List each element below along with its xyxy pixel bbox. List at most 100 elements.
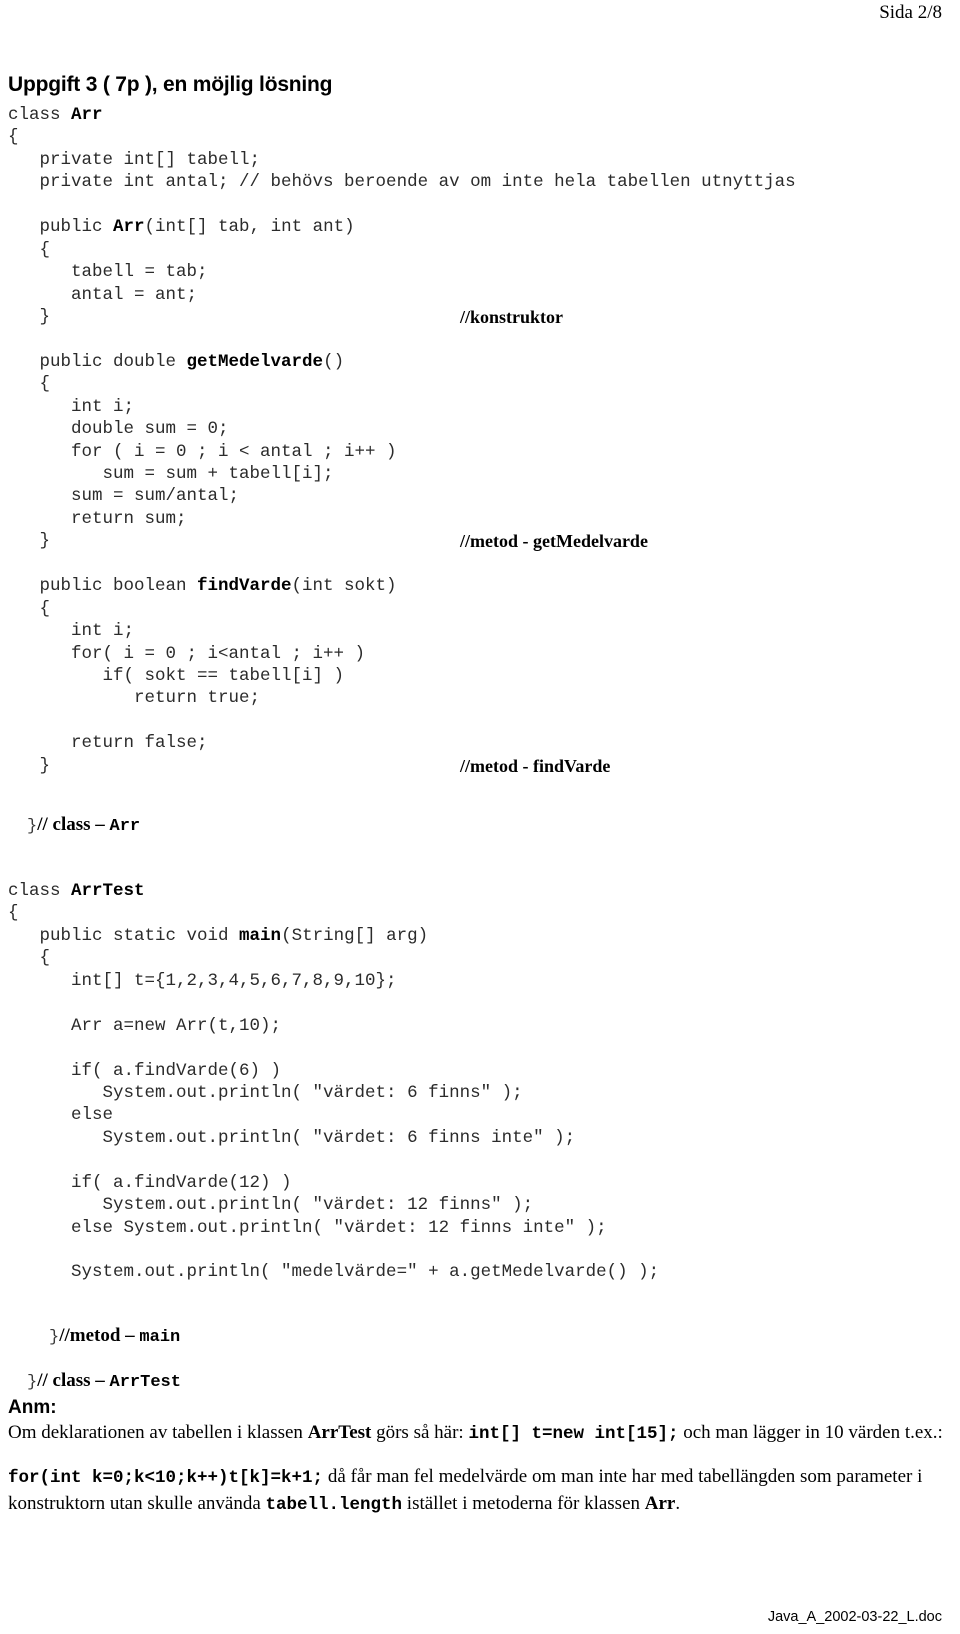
code-line: } //konstruktor — [8, 306, 952, 328]
page-header: Sida 2/8 — [0, 0, 942, 26]
closing-brace: } — [27, 1373, 38, 1392]
code-text: public double — [8, 351, 187, 372]
code-identifier: Arr — [71, 105, 103, 125]
code-identifier: main — [239, 925, 282, 946]
code-line: { — [8, 373, 952, 395]
code-margin-comment: //metod - getMedelvarde — [460, 531, 648, 552]
code-line: if( a.findVarde(12) ) — [8, 1172, 952, 1194]
code-line: { — [8, 947, 952, 969]
code-line: for( i = 0 ; i<antal ; i++ ) — [8, 643, 952, 665]
code-line: sum = sum + tabell[i]; — [8, 463, 952, 485]
code-text: { — [8, 598, 51, 619]
code-identifier: getMedelvarde — [186, 351, 324, 372]
code-text: class — [8, 881, 72, 901]
code-text: } — [8, 531, 51, 552]
code-line: tabell = tab; — [8, 261, 952, 283]
note-text-1a: Om deklarationen av tabellen i klassen — [8, 1422, 308, 1443]
code-line: class Arr — [8, 104, 952, 126]
code-text: int[] t={1,2,3,4,5,6,7,8,9,10}; — [8, 970, 397, 991]
code-line: System.out.println( "värdet: 6 finns" ); — [8, 1082, 952, 1104]
code-line: } //metod - findVarde — [8, 755, 952, 777]
code-text: public boolean — [8, 576, 198, 597]
code-margin-comment: //metod - findVarde — [460, 755, 611, 776]
code-text: private int[] tabell; — [8, 149, 261, 170]
code-identifier: ArrTest — [71, 881, 145, 901]
code-line: for ( i = 0 ; i < antal ; i++ ) — [8, 441, 952, 463]
code-text: if( a.findVarde(6) ) — [8, 1060, 282, 1081]
code-text: System.out.println( "värdet: 12 finns" )… — [8, 1195, 534, 1216]
code-line: return sum; — [8, 508, 952, 530]
class-arr-closing-comment: }// class – Arr — [8, 792, 140, 860]
note-code-forloop: for(int k=0;k<10;k++)t[k]=k+1; — [8, 1468, 324, 1488]
code-text: sum = sum + tabell[i]; — [8, 464, 334, 484]
code-text: public static void — [8, 925, 240, 946]
note-code-declaration: int[] t=new int[15]; — [468, 1424, 679, 1444]
code-text: private int antal; // behövs beroende av… — [8, 172, 796, 193]
code-text: System.out.println( "värdet: 6 finns int… — [8, 1127, 576, 1148]
note-text-2d: istället i metoderna för klassen — [402, 1493, 645, 1514]
code-text-tail: (int[] tab, int ant) — [144, 217, 355, 238]
code-line: public Arr(int[] tab, int ant) — [8, 216, 952, 238]
note-paragraph-1: Om deklarationen av tabellen i klassen A… — [8, 1420, 944, 1447]
note-text-1e: och man lägger in 10 värden t.ex.: — [678, 1422, 943, 1443]
closing-comment-name: Arr — [109, 817, 141, 836]
code-line: } //metod - getMedelvarde — [8, 530, 952, 552]
code-listing-arrtest: class ArrTest{ public static void main(S… — [8, 880, 952, 1284]
code-line: public double getMedelvarde() — [8, 351, 952, 373]
code-text-tail: () — [323, 351, 345, 372]
closing-comment-name: ArrTest — [109, 1373, 181, 1392]
document-page: Sida 2/8 Uppgift 3 ( 7p ), en möjlig lös… — [0, 0, 960, 1634]
code-text: else — [8, 1105, 114, 1126]
footer-filename: Java_A_2002-03-22_L.doc — [767, 1609, 942, 1625]
code-text: int i; — [8, 621, 135, 642]
closing-comment-text: // class – — [37, 1370, 110, 1391]
code-text: return sum; — [8, 508, 187, 529]
code-line: class ArrTest — [8, 880, 952, 902]
code-line: { — [8, 902, 952, 924]
code-identifier: Arr — [113, 217, 145, 238]
code-text: sum = sum/antal; — [8, 486, 240, 507]
code-line: antal = ant; — [8, 284, 952, 306]
code-line: else System.out.println( "värdet: 12 fin… — [8, 1217, 952, 1239]
code-text: } — [8, 306, 51, 327]
code-line: return false; — [8, 732, 952, 754]
code-text: for ( i = 0 ; i < antal ; i++ ) — [8, 441, 397, 462]
code-text: { — [8, 239, 51, 260]
code-line: { — [8, 598, 952, 620]
page-indicator: Sida 2/8 — [879, 2, 942, 23]
note-classname-arrtest: ArrTest — [307, 1422, 372, 1443]
code-text: else System.out.println( "värdet: 12 fin… — [8, 1217, 607, 1238]
code-text: if( sokt == tabell[i] ) — [8, 665, 345, 686]
code-line: public static void main(String[] arg) — [8, 925, 952, 947]
code-text: tabell = tab; — [8, 262, 208, 283]
note-text-1c: görs så här: — [371, 1422, 469, 1443]
note-label: Anm: — [8, 1397, 57, 1418]
note-paragraph-2: for(int k=0;k<10;k++)t[k]=k+1; då får ma… — [8, 1464, 944, 1518]
code-line: private int[] tabell; — [8, 149, 952, 171]
note-text-2f: . — [675, 1493, 681, 1514]
code-text: System.out.println( "medelvärde=" + a.ge… — [8, 1262, 660, 1283]
code-text: System.out.println( "värdet: 6 finns" ); — [8, 1082, 523, 1103]
code-line: return true; — [8, 687, 952, 709]
code-text: class — [8, 105, 72, 125]
code-text: return true; — [8, 688, 261, 709]
code-line: { — [8, 239, 952, 261]
code-margin-comment: //konstruktor — [460, 306, 564, 327]
note-section: Anm: Om deklarationen av tabellen i klas… — [8, 1396, 944, 1518]
code-text: Arr a=new Arr(t,10); — [8, 1015, 282, 1036]
note-classname-arr: Arr — [644, 1493, 676, 1514]
code-text: antal = ant; — [8, 284, 198, 305]
code-line: int[] t={1,2,3,4,5,6,7,8,9,10}; — [8, 970, 952, 992]
closing-brace: } — [27, 817, 38, 836]
code-listing-arr: class Arr { private int[] tabell; private… — [8, 104, 952, 777]
code-text: public — [8, 217, 114, 238]
page-title: Uppgift 3 ( 7p ), en möjlig lösning — [8, 73, 333, 96]
code-text: int i; — [8, 396, 135, 417]
note-code-tabell-length: tabell.length — [265, 1495, 403, 1515]
code-line: Arr a=new Arr(t,10); — [8, 1015, 952, 1037]
